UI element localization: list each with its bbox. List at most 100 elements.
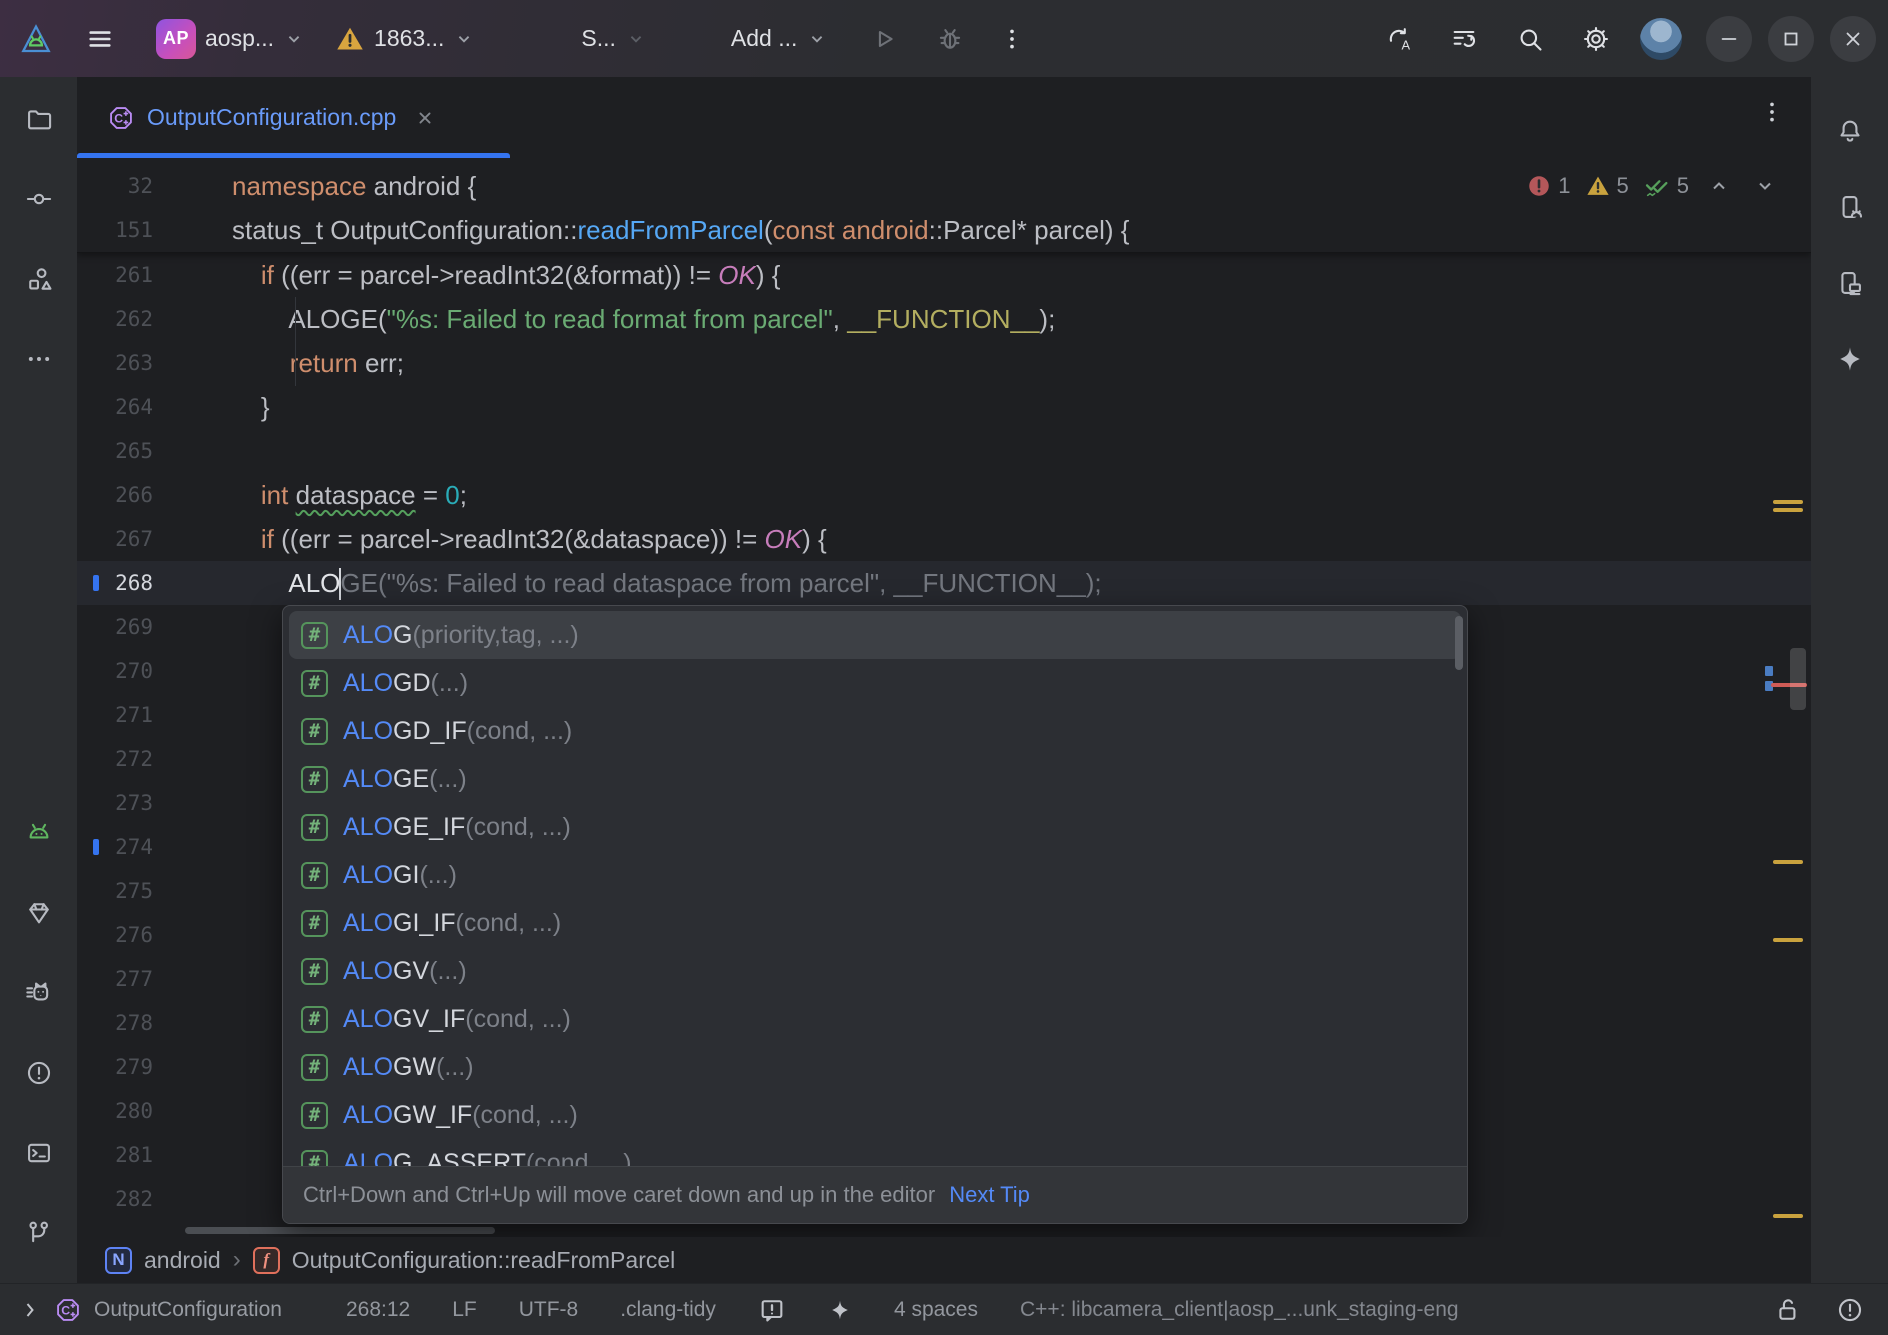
line-number[interactable]: 281 — [77, 1143, 232, 1167]
completion-item-alog[interactable]: #ALOG(priority,tag, ...) — [289, 611, 1461, 659]
sparkle-icon[interactable] — [828, 1298, 852, 1322]
code-text[interactable]: } — [232, 385, 1811, 430]
run-configuration-selector[interactable]: Add ... — [721, 15, 838, 63]
code-line[interactable]: 151status_t OutputConfiguration::readFro… — [77, 208, 1811, 252]
breadcrumb-function[interactable]: OutputConfiguration::readFromParcel — [292, 1247, 676, 1274]
code-line[interactable]: 261 if ((err = parcel->readInt32(&format… — [77, 253, 1811, 297]
next-problem-button[interactable] — [1749, 170, 1781, 202]
warning-count[interactable]: 5 — [1585, 173, 1629, 199]
code-with-me-button[interactable]: A — [1374, 15, 1422, 63]
line-number[interactable]: 261 — [77, 263, 232, 287]
project-widget[interactable]: AP aosp... — [146, 15, 315, 63]
completion-item-aloge_if[interactable]: #ALOGE_IF(cond, ...) — [289, 803, 1461, 851]
caret-position[interactable]: 268:12 — [346, 1298, 410, 1322]
code-text[interactable]: ALOGE("%s: Failed to read format from pa… — [232, 297, 1811, 342]
completion-item-alogv_if[interactable]: #ALOGV_IF(cond, ...) — [289, 995, 1461, 1043]
line-number[interactable]: 272 — [77, 747, 232, 771]
line-number[interactable]: 151 — [77, 218, 232, 242]
code-line[interactable]: 262 ALOGE("%s: Failed to read format fro… — [77, 297, 1811, 341]
line-number[interactable]: 276 — [77, 923, 232, 947]
sidebar-item-commit[interactable] — [15, 177, 63, 221]
tab-outputconfiguration-cpp[interactable]: C OutputConfiguration.cpp — [77, 77, 510, 158]
sidebar-item-device-manager[interactable] — [1826, 185, 1874, 229]
line-number[interactable]: 264 — [77, 395, 232, 419]
sidebar-item-version-control[interactable] — [15, 1211, 63, 1255]
line-number[interactable]: 269 — [77, 615, 232, 639]
line-number[interactable]: 270 — [77, 659, 232, 683]
line-number[interactable]: 279 — [77, 1055, 232, 1079]
code-text[interactable]: status_t OutputConfiguration::readFromPa… — [232, 208, 1811, 253]
code-line[interactable]: 263 return err; — [77, 341, 1811, 385]
horizontal-scrollbar[interactable] — [185, 1227, 495, 1234]
run-button[interactable] — [860, 15, 908, 63]
completion-item-alog_assert[interactable]: #ALOG_ASSERT(cond, ...) — [289, 1139, 1461, 1166]
editor-options-kebab[interactable] — [1759, 99, 1785, 125]
line-number[interactable]: 32 — [77, 174, 232, 198]
device-selector[interactable]: S... — [571, 15, 657, 63]
sidebar-item-more-tool-windows[interactable] — [15, 337, 63, 381]
sidebar-item-notifications[interactable] — [1826, 109, 1874, 153]
completion-item-alogi[interactable]: #ALOGI(...) — [289, 851, 1461, 899]
code-text[interactable]: int dataspace = 0; — [232, 473, 1811, 518]
restore-layout-button[interactable] — [1440, 15, 1488, 63]
problems-indicator-icon[interactable] — [1836, 1296, 1864, 1324]
completion-item-alogw[interactable]: #ALOGW(...) — [289, 1043, 1461, 1091]
vcs-widget[interactable]: 1863... — [325, 15, 485, 63]
code-text[interactable]: return err; — [232, 341, 1811, 386]
code-text[interactable]: if ((err = parcel->readInt32(&format)) !… — [232, 253, 1811, 298]
line-number[interactable]: 280 — [77, 1099, 232, 1123]
completion-item-aloge[interactable]: #ALOGE(...) — [289, 755, 1461, 803]
line-number[interactable]: 265 — [77, 439, 232, 463]
sidebar-item-resource-manager[interactable] — [15, 257, 63, 301]
line-number[interactable]: 262 — [77, 307, 232, 331]
error-stripe-mark[interactable] — [1773, 500, 1803, 504]
file-encoding[interactable]: UTF-8 — [519, 1298, 579, 1322]
line-number[interactable]: 268 — [77, 571, 232, 595]
completion-item-alogi_if[interactable]: #ALOGI_IF(cond, ...) — [289, 899, 1461, 947]
sidebar-item-app-quality-insights[interactable] — [15, 891, 63, 935]
breadcrumb-namespace[interactable]: android — [144, 1247, 221, 1274]
code-text[interactable]: if ((err = parcel->readInt32(&dataspace)… — [232, 517, 1811, 562]
error-stripe-mark[interactable] — [1765, 666, 1773, 676]
completion-item-alogv[interactable]: #ALOGV(...) — [289, 947, 1461, 995]
sidebar-item-logcat[interactable] — [15, 811, 63, 855]
error-stripe-mark[interactable] — [1773, 860, 1803, 864]
line-number[interactable]: 266 — [77, 483, 232, 507]
maximize-button[interactable] — [1768, 16, 1814, 62]
line-number[interactable]: 278 — [77, 1011, 232, 1035]
indent-setting[interactable]: 4 spaces — [894, 1298, 978, 1322]
more-run-actions-button[interactable] — [988, 15, 1036, 63]
code-line[interactable]: 267 if ((err = parcel->readInt32(&datasp… — [77, 517, 1811, 561]
code-line[interactable]: 264 } — [77, 385, 1811, 429]
code-text[interactable]: ALOGE("%s: Failed to read dataspace from… — [232, 561, 1811, 606]
completion-item-alogd_if[interactable]: #ALOGD_IF(cond, ...) — [289, 707, 1461, 755]
line-number[interactable]: 275 — [77, 879, 232, 903]
passed-count[interactable]: 5 — [1643, 172, 1689, 200]
prev-problem-button[interactable] — [1703, 170, 1735, 202]
user-avatar[interactable] — [1640, 18, 1682, 60]
line-number[interactable]: 267 — [77, 527, 232, 551]
completion-item-alogw_if[interactable]: #ALOGW_IF(cond, ...) — [289, 1091, 1461, 1139]
line-number[interactable]: 273 — [77, 791, 232, 815]
popup-scrollbar[interactable] — [1455, 616, 1463, 670]
error-stripe-mark[interactable] — [1773, 938, 1803, 942]
error-stripe-mark[interactable] — [1773, 1214, 1803, 1218]
settings-button[interactable] — [1572, 15, 1620, 63]
sidebar-item-gemini[interactable] — [1826, 337, 1874, 381]
line-number[interactable]: 277 — [77, 967, 232, 991]
tab-close-icon[interactable] — [414, 107, 436, 129]
chevron-right-icon[interactable] — [18, 1298, 42, 1322]
completion-item-alogd[interactable]: #ALOGD(...) — [289, 659, 1461, 707]
error-stripe-mark[interactable] — [1773, 508, 1803, 512]
code-line[interactable]: 265 — [77, 429, 1811, 473]
sidebar-item-terminal[interactable] — [15, 1131, 63, 1175]
analysis-profile[interactable]: .clang-tidy — [620, 1298, 716, 1322]
line-number[interactable]: 263 — [77, 351, 232, 375]
debug-button[interactable] — [926, 15, 974, 63]
main-menu-button[interactable] — [76, 15, 124, 63]
sidebar-item-running-devices[interactable] — [1826, 261, 1874, 305]
close-button[interactable] — [1830, 16, 1876, 62]
unlocked-icon[interactable] — [1774, 1296, 1802, 1324]
minimize-button[interactable] — [1706, 16, 1752, 62]
sidebar-item-problems[interactable] — [15, 1051, 63, 1095]
